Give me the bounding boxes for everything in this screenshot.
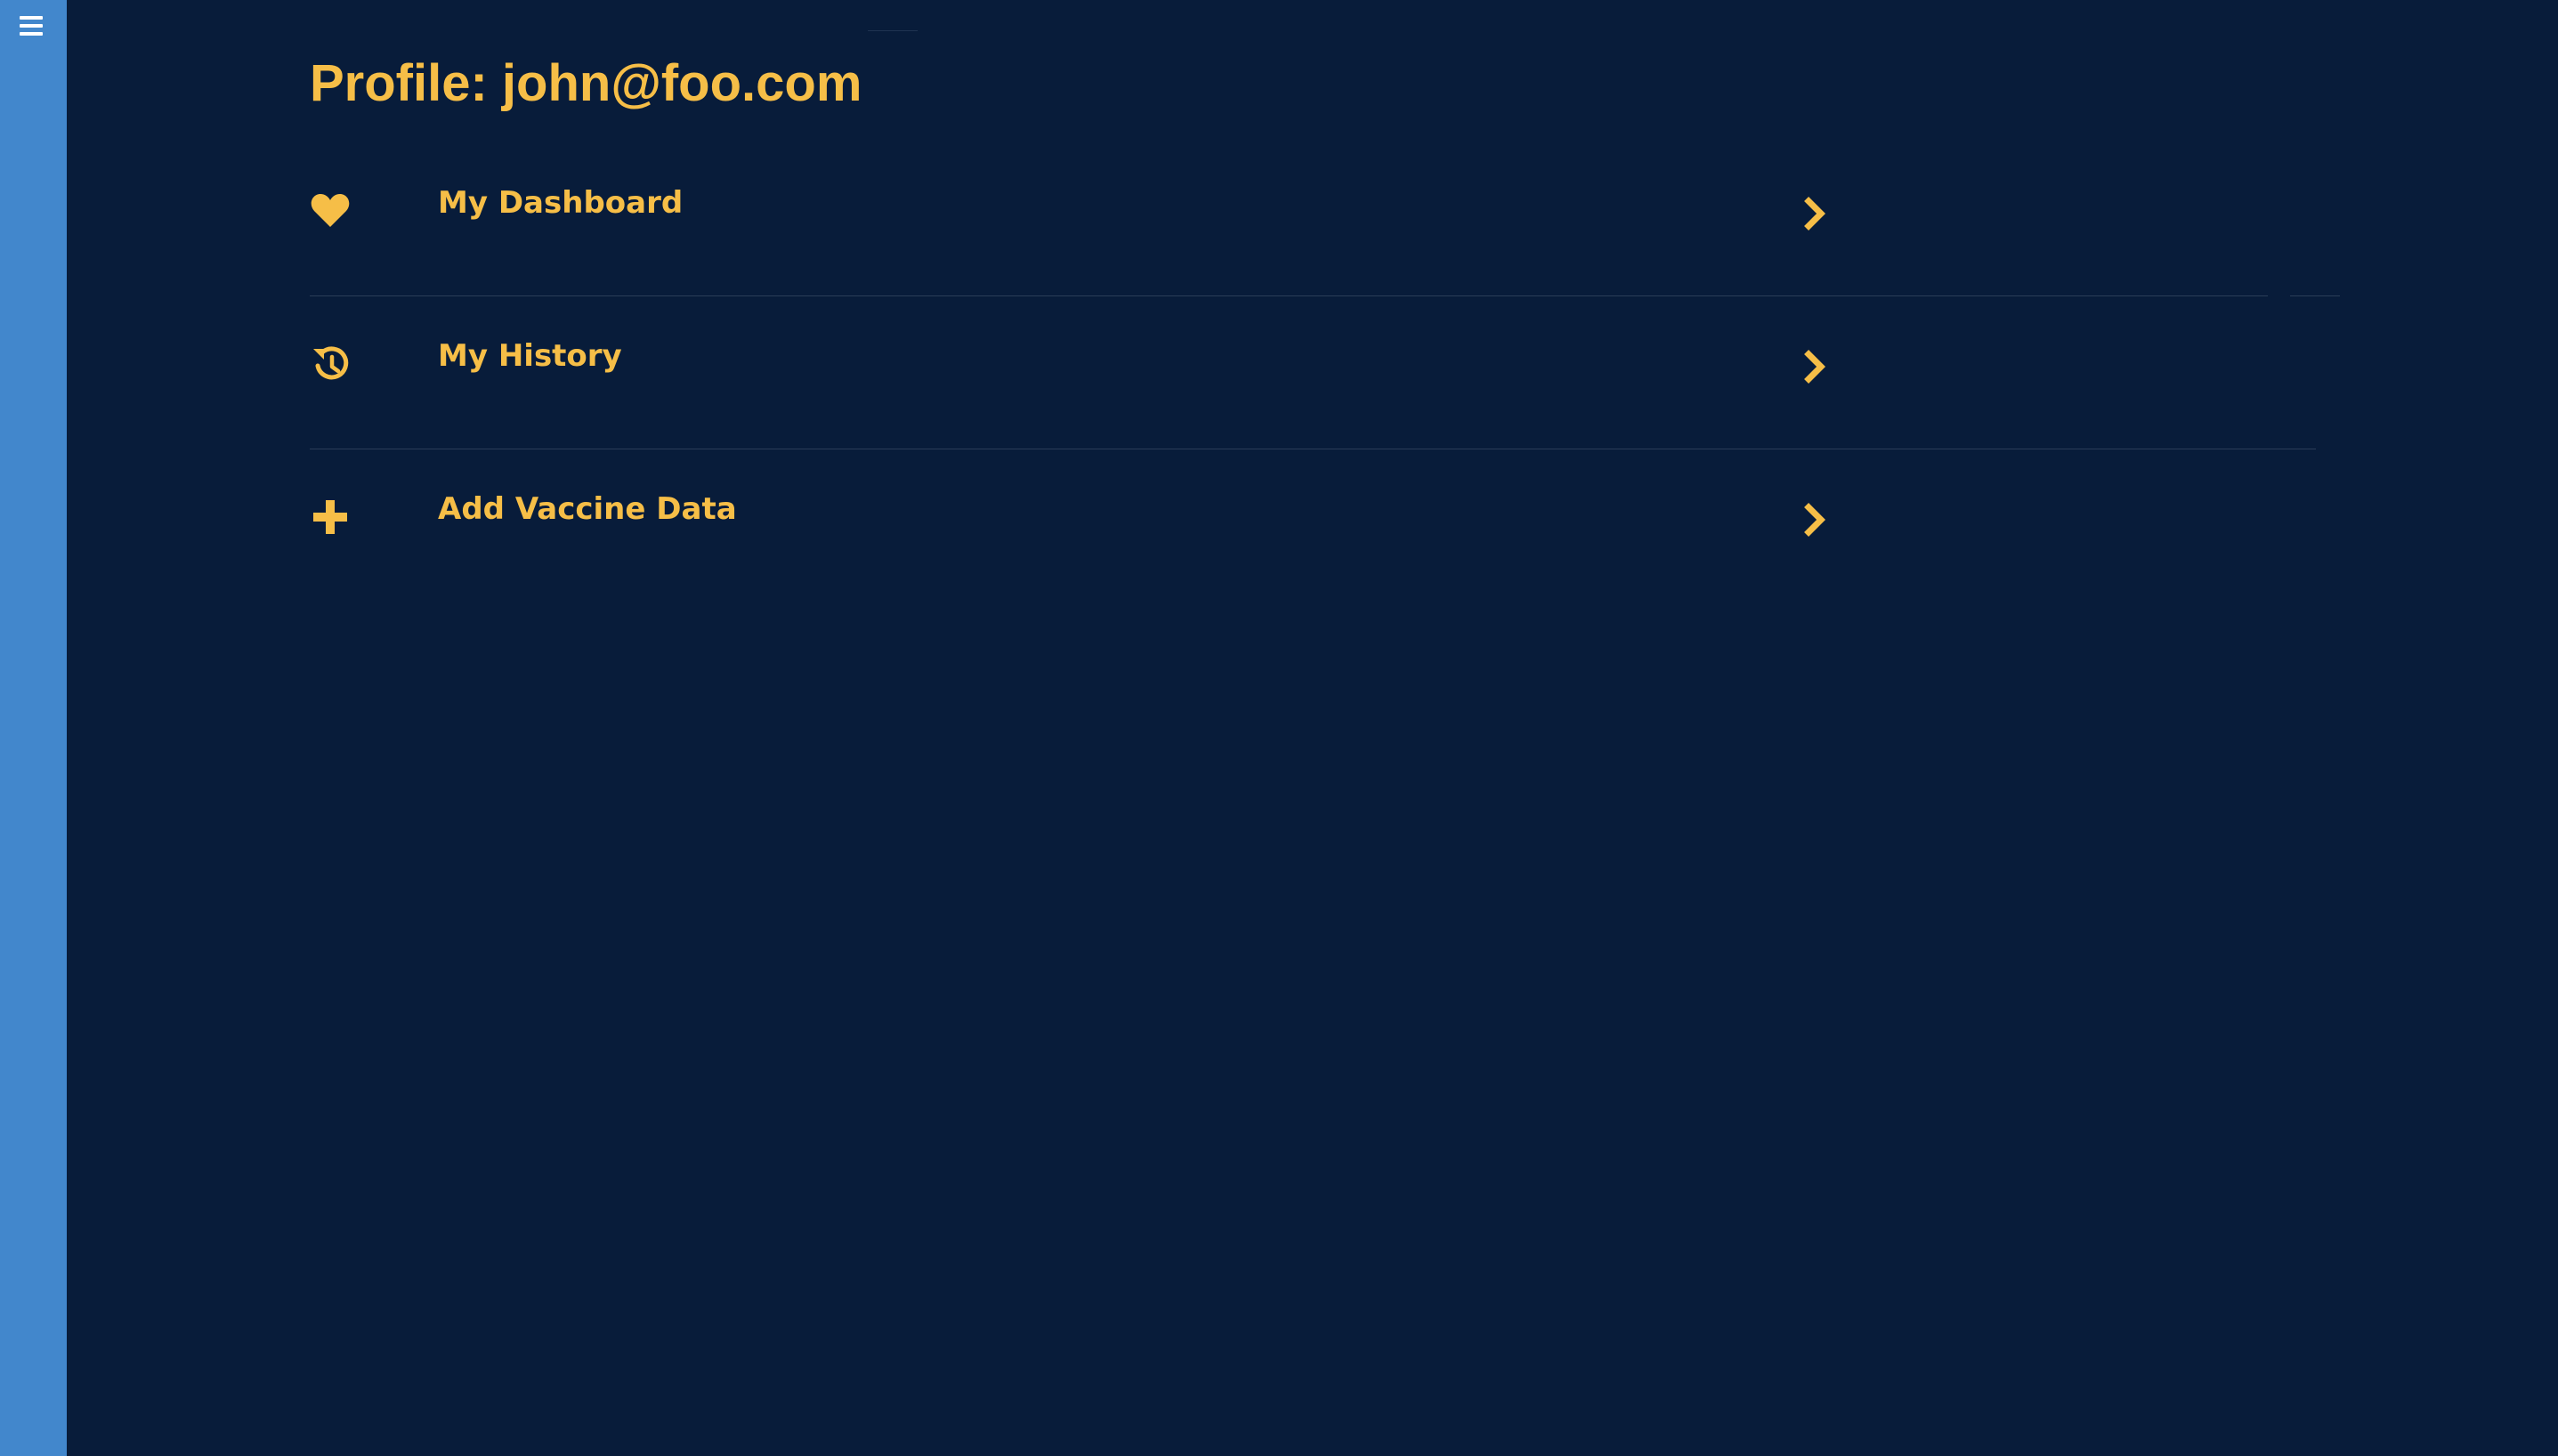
chevron-right-icon[interactable] — [1802, 349, 1829, 384]
plus-icon — [313, 500, 347, 534]
sidebar — [0, 0, 67, 1456]
divider — [2290, 295, 2340, 296]
divider — [310, 295, 2268, 296]
page-title: Profile: john@foo.com — [310, 54, 862, 112]
menu-item-label: My Dashboard — [438, 185, 684, 221]
menu-item-label: Add Vaccine Data — [438, 491, 737, 527]
chevron-right-icon[interactable] — [1802, 196, 1829, 231]
divider — [868, 30, 918, 31]
main-content: Profile: john@foo.com My Dashboard My Hi… — [67, 0, 2558, 1456]
heart-icon — [311, 194, 350, 227]
menu-item-add-vaccine-data[interactable]: Add Vaccine Data — [310, 465, 1850, 571]
menu-item-label: My History — [438, 338, 622, 374]
menu-item-my-history[interactable]: My History — [310, 311, 1850, 418]
hamburger-menu-icon[interactable] — [20, 14, 45, 37]
menu-item-my-dashboard[interactable]: My Dashboard — [310, 158, 1850, 265]
chevron-right-icon[interactable] — [1802, 502, 1829, 538]
history-icon — [313, 346, 349, 380]
